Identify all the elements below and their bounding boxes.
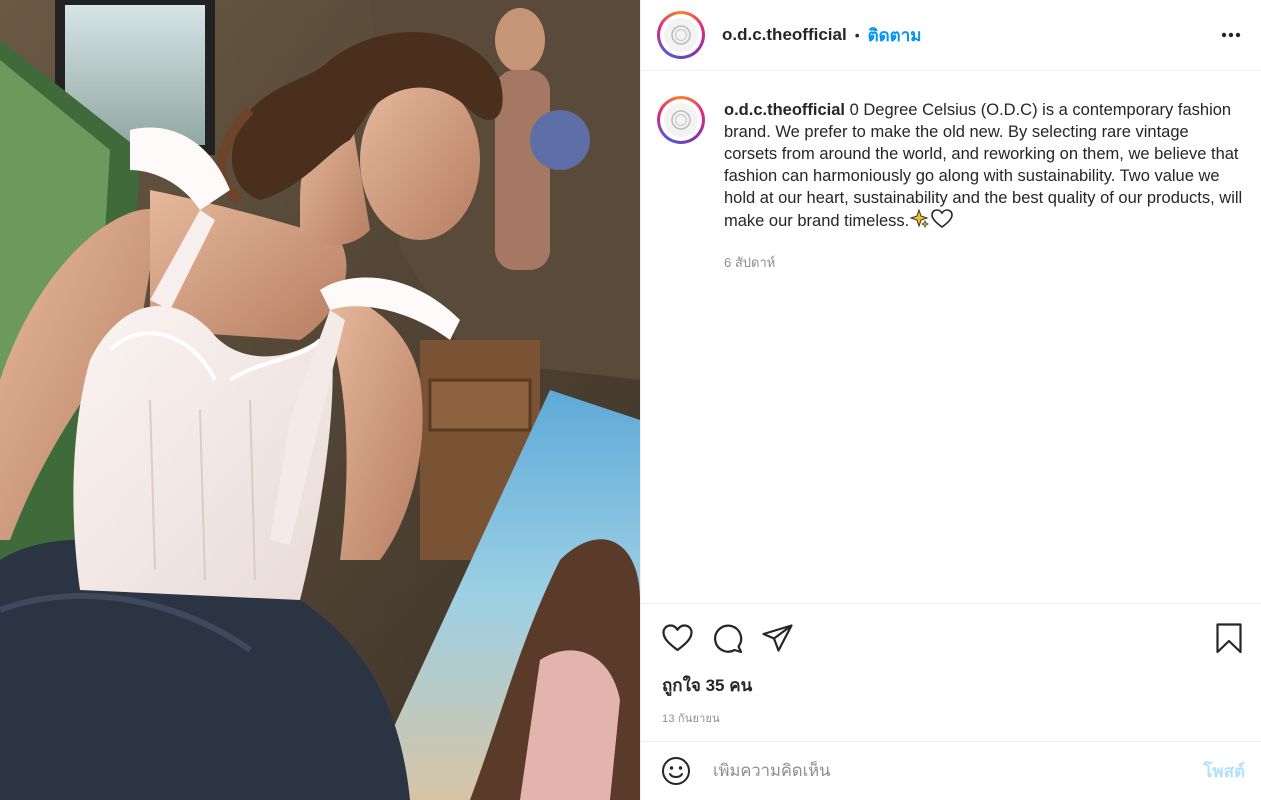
caption: o.d.c.theofficial 0 Degree Celsius (O.D.… bbox=[641, 71, 1261, 273]
emoji-smiley-icon[interactable] bbox=[661, 756, 691, 786]
follow-button[interactable]: ติดตาม bbox=[868, 22, 922, 49]
comment-input[interactable] bbox=[711, 760, 1204, 782]
caption-username[interactable]: o.d.c.theofficial bbox=[724, 101, 845, 119]
brand-logo-icon bbox=[664, 103, 698, 137]
avatar-ring-inner bbox=[660, 99, 702, 141]
more-horizontal-icon[interactable] bbox=[1217, 21, 1245, 49]
post-image bbox=[0, 0, 640, 800]
heart-icon[interactable] bbox=[661, 622, 693, 654]
white-heart-icon bbox=[931, 209, 954, 235]
post-header: o.d.c.theofficial • ติดตาม bbox=[641, 0, 1261, 71]
post-date[interactable]: 13 กันยายน bbox=[662, 709, 1261, 727]
instagram-post: o.d.c.theofficial • ติดตาม o.d.c.theoffi… bbox=[0, 0, 1261, 800]
post-photo[interactable] bbox=[0, 0, 640, 800]
caption-time[interactable]: 6 สัปดาห์ bbox=[724, 252, 1245, 273]
action-icons-row bbox=[641, 604, 1261, 656]
caption-text-block: o.d.c.theofficial 0 Degree Celsius (O.D.… bbox=[724, 99, 1245, 235]
caption-text: 0 Degree Celsius (O.D.C) is a contempora… bbox=[724, 101, 1243, 230]
separator-dot: • bbox=[854, 27, 860, 43]
avatar-ring-inner bbox=[660, 14, 702, 56]
avatar[interactable] bbox=[657, 11, 705, 59]
caption-avatar[interactable] bbox=[657, 96, 705, 144]
comment-icon[interactable] bbox=[711, 622, 743, 654]
share-icon[interactable] bbox=[761, 622, 793, 654]
post-comment-button[interactable]: โพสต์ bbox=[1203, 758, 1245, 785]
bookmark-icon[interactable] bbox=[1213, 622, 1245, 654]
caption-body: o.d.c.theofficial 0 Degree Celsius (O.D.… bbox=[724, 99, 1245, 273]
post-actions: ถูกใจ 35 คน 13 กันยายน bbox=[641, 603, 1261, 741]
header-username[interactable]: o.d.c.theofficial bbox=[722, 25, 847, 45]
sparkles-icon bbox=[909, 208, 930, 235]
brand-logo-icon bbox=[664, 18, 698, 52]
comment-bar: โพสต์ bbox=[641, 741, 1261, 800]
likes-count[interactable]: ถูกใจ 35 คน bbox=[662, 672, 1261, 699]
post-info-panel: o.d.c.theofficial • ติดตาม o.d.c.theoffi… bbox=[640, 0, 1261, 800]
